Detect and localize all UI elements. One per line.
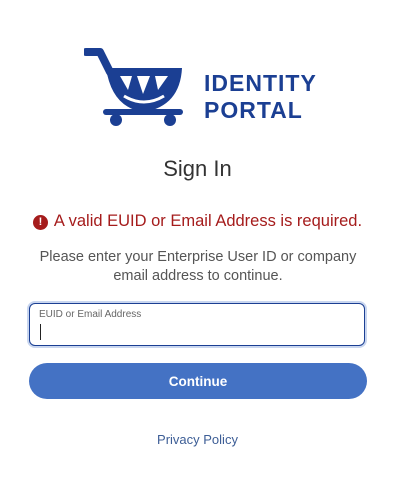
euid-field-label: EUID or Email Address: [39, 309, 142, 320]
text-caret: [40, 324, 41, 340]
privacy-policy-link[interactable]: Privacy Policy: [0, 432, 395, 447]
error-message: ! A valid EUID or Email Address is requir…: [0, 212, 395, 231]
identity-portal-logo: IDENTITY PORTAL: [84, 46, 317, 130]
page-title: Sign In: [163, 156, 232, 181]
continue-button[interactable]: Continue: [29, 363, 367, 399]
cart-icon: [84, 48, 183, 126]
euid-field[interactable]: EUID or Email Address: [29, 303, 365, 346]
error-icon: !: [32, 215, 48, 230]
logo-line-1: IDENTITY: [204, 70, 317, 96]
logo-wordmark: IDENTITY PORTAL: [204, 72, 317, 122]
euid-input[interactable]: [39, 323, 349, 341]
error-text: A valid EUID or Email Address is require…: [53, 212, 363, 230]
instructions-text: Please enter your Enterprise User ID or …: [39, 249, 357, 284]
sign-in-page: IDENTITY PORTAL Sign In ! A valid EUID or…: [0, 0, 395, 492]
logo-line-2: PORTAL: [204, 97, 303, 123]
